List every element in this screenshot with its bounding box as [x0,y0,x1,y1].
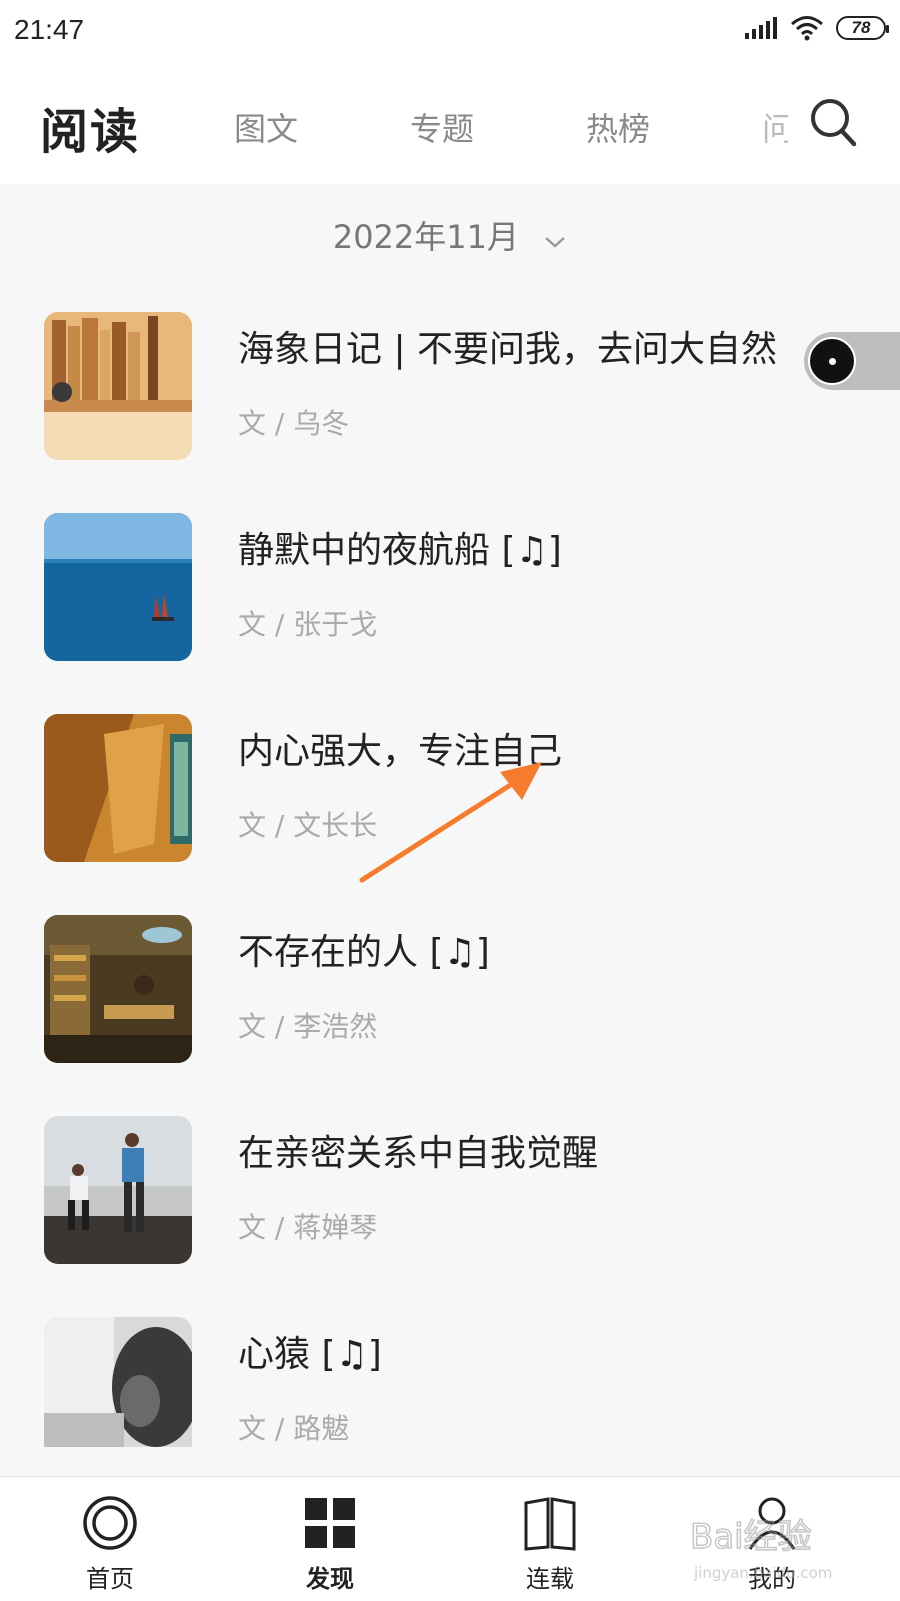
list-item[interactable]: 内心强大，专注自己 文 / 文长长 [0,714,900,874]
svg-text:Bai经验: Bai经验 [690,1517,812,1557]
bottom-tab-label: 发现 [306,1565,354,1593]
status-icons: 78 [744,14,889,42]
grid-icon [305,1498,355,1548]
search-icon[interactable] [808,96,858,150]
article-author: 文 / 路魃 [238,1412,350,1445]
bottom-tab-discover[interactable]: 发现 [270,1477,390,1601]
list-item[interactable]: 不存在的人 [♫] 文 / 李浩然 [0,915,900,1075]
article-thumbnail-couple-beach [44,1116,192,1264]
month-selector[interactable]: 2022年11月 [0,212,900,258]
tab-questions-partial[interactable]: 问 [762,104,788,150]
article-title[interactable]: 静默中的夜航船 [♫] [238,521,562,573]
signal-icon [745,17,777,39]
list-item[interactable]: 在亲密关系中自我觉醒 文 / 蒋婵琴 [0,1116,900,1276]
tab-hot-list[interactable]: 热榜 [586,104,650,150]
article-author: 文 / 蒋婵琴 [238,1211,378,1244]
page-title: 阅读 [40,104,141,160]
article-thumbnail-sunlit-wall [44,714,192,862]
article-thumbnail-sea-boat [44,513,192,661]
bottom-tab-serial[interactable]: 连载 [490,1477,610,1601]
article-thumbnail-monkey [44,1317,192,1447]
chevron-down-icon [543,220,567,258]
bottom-tab-home[interactable]: 首页 [50,1477,170,1601]
article-title[interactable]: 不存在的人 [♫] [238,923,490,975]
article-author: 文 / 乌冬 [238,407,350,440]
book-icon [524,1497,576,1551]
status-bar: 21:47 78 [0,0,900,62]
home-ring-icon [83,1496,137,1550]
svg-text:jingyan.baidu.com: jingyan.baidu.com [693,1564,832,1582]
baidu-jingyan-watermark: Bai经验 jingyan.baidu.com [690,1516,832,1582]
month-label: 2022年11月 [332,218,519,256]
tab-topics[interactable]: 专题 [410,104,474,150]
article-title[interactable]: 内心强大，专注自己 [238,722,562,774]
floating-audio-button[interactable] [808,337,856,385]
list-item[interactable]: 心猿 [♫] 文 / 路魃 [0,1317,900,1447]
tab-picture-text[interactable]: 图文 [234,104,298,150]
wifi-icon [791,16,823,41]
article-author: 文 / 李浩然 [238,1010,378,1043]
list-item[interactable]: 静默中的夜航船 [♫] 文 / 张于戈 [0,513,900,673]
article-thumbnail-cafe [44,915,192,1063]
article-title[interactable]: 心猿 [♫] [238,1325,382,1377]
article-thumbnail-bookshelf [44,312,192,460]
article-title[interactable]: 海象日记 | 不要问我，去问大自然 [238,320,777,372]
bottom-tab-label: 首页 [86,1565,134,1593]
article-author: 文 / 张于戈 [238,608,378,641]
article-title[interactable]: 在亲密关系中自我觉醒 [238,1124,598,1176]
status-time: 21:47 [14,14,85,45]
bottom-tab-label: 连载 [526,1565,574,1593]
top-nav: 阅读 图文 专题 热榜 问 [0,62,900,184]
battery-indicator: 78 [836,16,889,40]
list-item[interactable]: 海象日记 | 不要问我，去问大自然 文 / 乌冬 [0,312,900,472]
article-author: 文 / 文长长 [238,809,378,842]
